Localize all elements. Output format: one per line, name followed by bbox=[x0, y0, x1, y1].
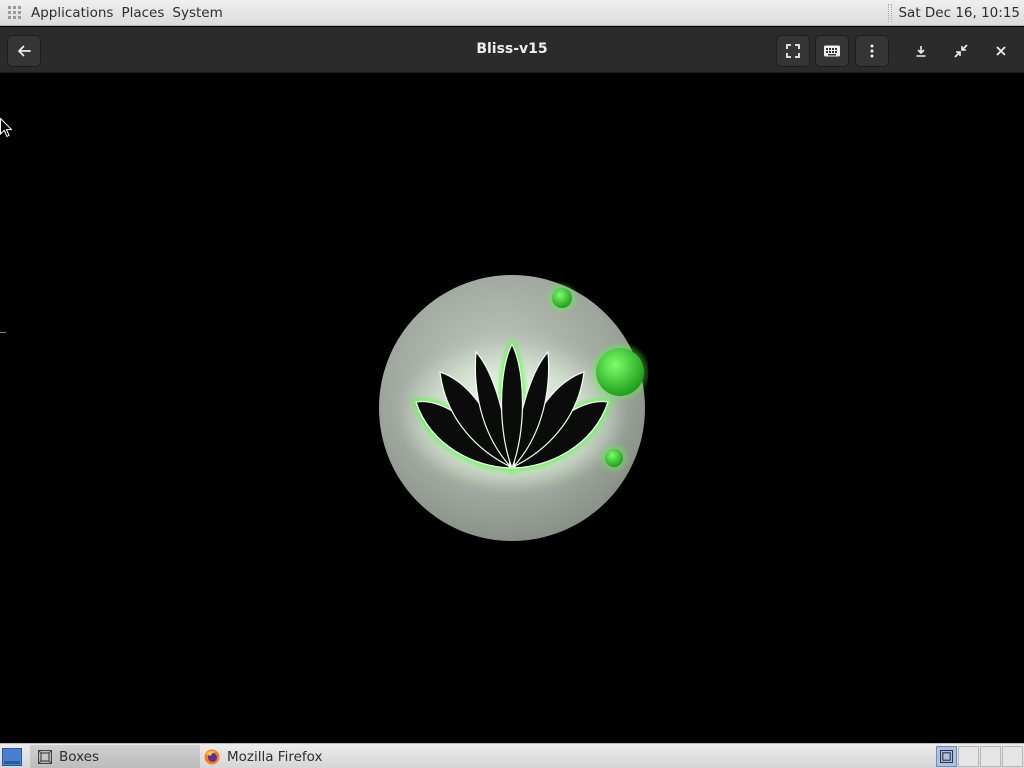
bottom-taskbar: Boxes Mozilla Firefox bbox=[0, 743, 1024, 768]
task-firefox[interactable]: Mozilla Firefox bbox=[200, 745, 370, 768]
task-boxes-label: Boxes bbox=[59, 748, 100, 765]
vertical-dots-icon bbox=[870, 44, 874, 58]
apps-grid-icon[interactable] bbox=[8, 5, 22, 20]
task-boxes[interactable]: Boxes bbox=[30, 745, 200, 768]
workspace-1[interactable] bbox=[936, 746, 957, 767]
keyboard-icon bbox=[824, 45, 840, 57]
workspace-4[interactable] bbox=[1002, 746, 1023, 767]
clock[interactable]: Sat Dec 16, 10:15 bbox=[898, 5, 1020, 21]
menu-places[interactable]: Places bbox=[121, 5, 164, 21]
panel-right: Sat Dec 16, 10:15 bbox=[888, 0, 1024, 25]
boxes-icon bbox=[38, 749, 52, 764]
restore-icon bbox=[954, 44, 968, 58]
task-firefox-label: Mozilla Firefox bbox=[227, 748, 323, 765]
top-panel: Applications Places System Sat Dec 16, 1… bbox=[0, 0, 1024, 26]
fullscreen-icon bbox=[786, 44, 800, 58]
headerbar: Bliss-v15 bbox=[0, 27, 1024, 73]
download-button[interactable] bbox=[904, 35, 938, 67]
keyboard-button[interactable] bbox=[815, 35, 849, 67]
firefox-icon bbox=[204, 749, 220, 764]
menu-applications[interactable]: Applications bbox=[31, 5, 113, 21]
menu-button[interactable] bbox=[855, 35, 889, 67]
vm-display[interactable] bbox=[0, 74, 1024, 743]
workspace-2[interactable] bbox=[958, 746, 979, 767]
boxes-icon bbox=[940, 750, 953, 763]
close-button[interactable] bbox=[984, 35, 1018, 67]
display-artifact bbox=[0, 332, 6, 333]
menu-system[interactable]: System bbox=[172, 5, 222, 21]
download-icon bbox=[916, 46, 926, 57]
show-desktop-button[interactable] bbox=[0, 745, 24, 768]
fullscreen-button[interactable] bbox=[776, 35, 810, 67]
desktop-icon bbox=[2, 747, 22, 766]
mouse-cursor-icon bbox=[0, 118, 12, 138]
panel-separator bbox=[888, 3, 893, 22]
workspace-3[interactable] bbox=[980, 746, 1001, 767]
close-icon bbox=[996, 46, 1006, 56]
bliss-lotus-logo bbox=[379, 275, 648, 541]
restore-button[interactable] bbox=[944, 35, 978, 67]
